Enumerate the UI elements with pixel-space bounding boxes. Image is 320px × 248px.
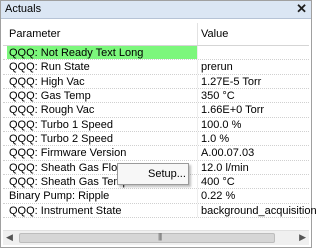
cell-divider — [197, 189, 198, 203]
cell-divider — [197, 74, 198, 89]
cell-divider — [197, 89, 198, 103]
table-row[interactable]: QQQ: Turbo 1 Speed 100.0 % — [3, 117, 309, 133]
parameter-cell: QQQ: Instrument State — [9, 204, 122, 217]
value-cell: 100.0 % — [201, 118, 242, 131]
column-header-value[interactable]: Value — [201, 28, 228, 40]
column-header-parameter[interactable]: Parameter — [9, 28, 60, 40]
cell-divider — [197, 146, 198, 160]
cell-divider — [197, 46, 198, 60]
grip-icon: ||| — [158, 232, 162, 241]
value-cell: prerun — [201, 61, 233, 74]
close-icon[interactable]: ✕ — [296, 1, 307, 17]
horizontal-scrollbar[interactable]: ◀ ||| ▶ — [3, 230, 309, 245]
table-row[interactable]: QQQ: Firmware Version A.00.07.03 — [3, 146, 309, 161]
context-menu-item-setup[interactable]: Setup... — [148, 168, 186, 180]
cell-divider — [197, 103, 198, 117]
value-cell: 12.0 l/min — [201, 161, 249, 174]
scroll-left-icon[interactable]: ◀ — [6, 232, 13, 243]
scrollbar-thumb[interactable]: ||| — [19, 232, 275, 243]
parameter-cell: QQQ: Gas Temp — [9, 90, 91, 103]
table-row[interactable]: QQQ: Gas Temp 350 °C — [3, 89, 309, 104]
table-row[interactable]: QQQ: Turbo 2 Speed 1.0 % — [3, 132, 309, 147]
cell-divider — [197, 60, 198, 74]
cell-divider — [197, 203, 198, 218]
parameter-grid: Parameter Value QQQ: Not Ready Text Long… — [3, 23, 317, 219]
parameter-cell: QQQ: Firmware Version — [9, 147, 127, 160]
parameter-cell: QQQ: Not Ready Text Long — [7, 47, 146, 59]
panel-titlebar: Actuals ✕ — [1, 1, 311, 19]
context-menu: Setup... — [117, 163, 189, 185]
parameter-cell: QQQ: Sheath Gas Temp — [9, 176, 129, 189]
value-cell: A.00.07.03 — [201, 147, 255, 160]
parameter-cell: QQQ: High Vac — [9, 75, 85, 88]
value-cell: 1.27E-5 Torr — [201, 75, 262, 88]
table-row[interactable]: QQQ: Run State prerun — [3, 60, 309, 75]
parameter-cell: Binary Pump: Ripple — [9, 190, 110, 203]
parameter-cell: QQQ: Run State — [9, 61, 90, 74]
column-divider[interactable] — [197, 23, 198, 45]
cell-divider — [197, 160, 198, 175]
table-row[interactable]: QQQ: Rough Vac 1.66E+0 Torr — [3, 103, 309, 118]
value-cell: 1.66E+0 Torr — [201, 104, 265, 117]
actuals-panel: Actuals ✕ Parameter Value QQQ: Not Ready… — [0, 0, 317, 248]
grid-rows: QQQ: Not Ready Text Long QQQ: Run State pr… — [3, 46, 317, 219]
cell-divider — [197, 117, 198, 132]
value-cell: background_acquisition — [201, 204, 317, 217]
table-row[interactable]: Binary Pump: Ripple 0.22 % — [3, 189, 309, 204]
parameter-cell: QQQ: Turbo 2 Speed — [9, 133, 113, 146]
table-row[interactable]: QQQ: Instrument State background_acquisit… — [3, 203, 317, 219]
value-cell: 400 °C — [201, 176, 235, 189]
scroll-right-icon[interactable]: ▶ — [299, 232, 306, 243]
parameter-cell: QQQ: Turbo 1 Speed — [9, 118, 113, 131]
grid-header: Parameter Value — [3, 23, 309, 46]
cell-divider — [197, 175, 198, 189]
parameter-cell: QQQ: Rough Vac — [9, 104, 95, 117]
cell-divider — [197, 132, 198, 146]
value-cell: 1.0 % — [201, 133, 230, 146]
table-row[interactable]: QQQ: High Vac 1.27E-5 Torr — [3, 74, 309, 90]
value-cell: 0.22 % — [201, 190, 236, 203]
table-row[interactable]: QQQ: Not Ready Text Long — [3, 46, 309, 61]
panel-title: Actuals — [5, 3, 42, 15]
value-cell: 350 °C — [201, 90, 235, 103]
parameter-cell: QQQ: Sheath Gas Flow — [9, 161, 126, 174]
